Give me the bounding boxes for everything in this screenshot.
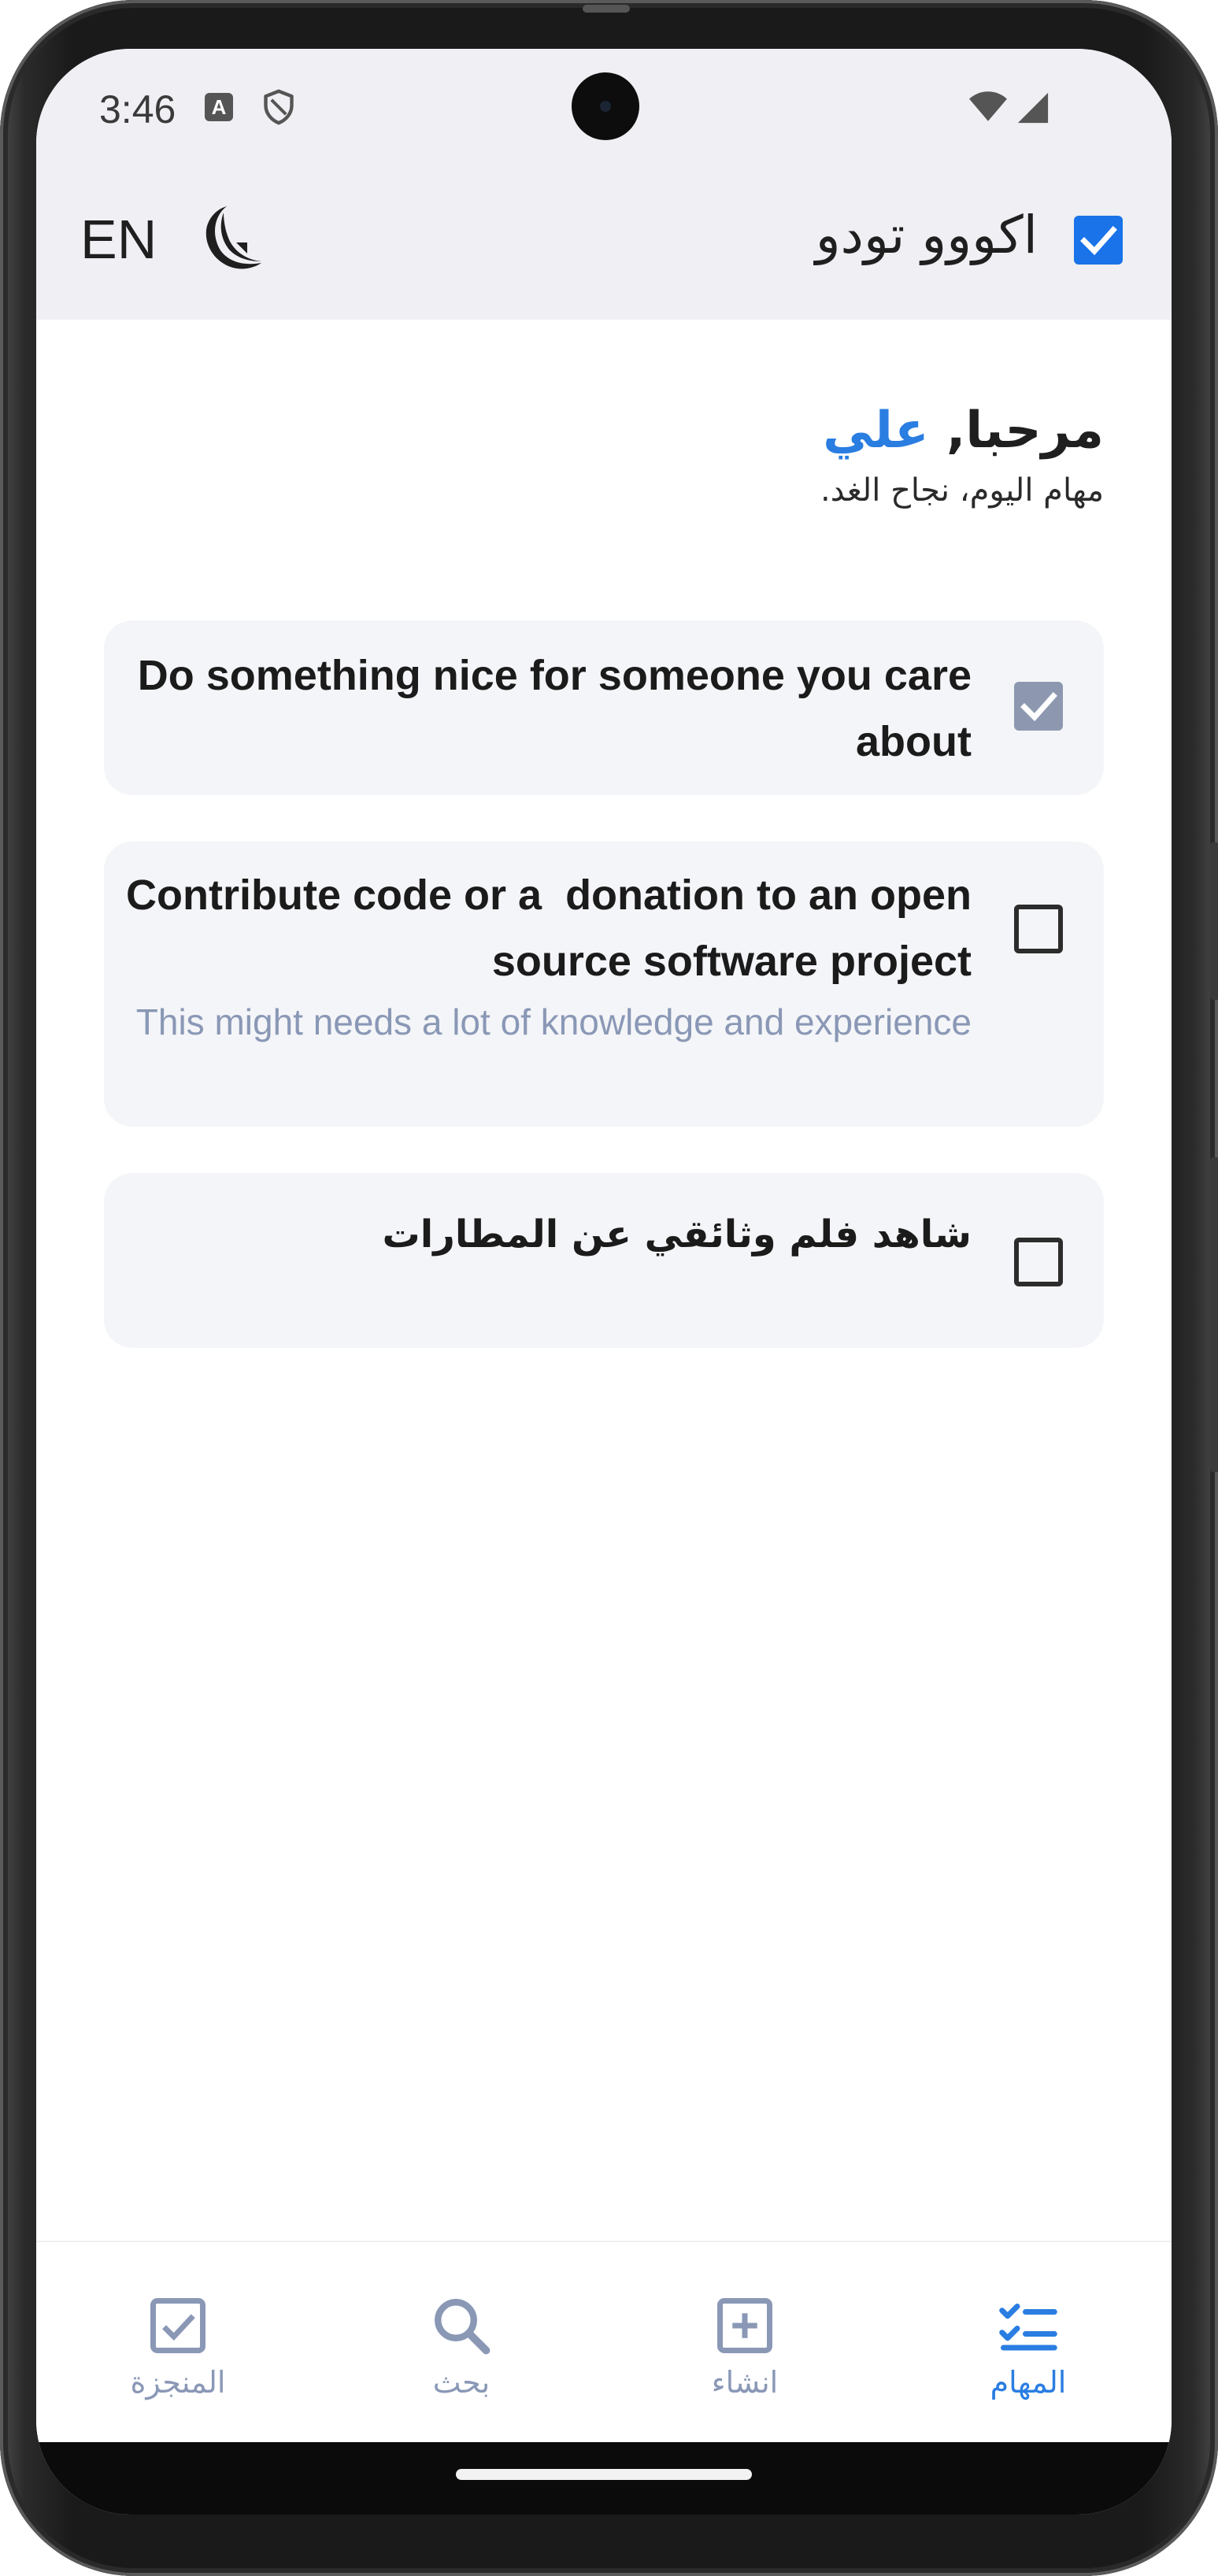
system-navigation-area	[36, 2442, 1172, 2515]
greeting-heading: مرحبا, علي	[820, 395, 1104, 466]
task-card[interactable]: Contribute code or a donation to an open…	[104, 842, 1104, 1127]
task-content: Contribute code or a donation to an open…	[121, 862, 972, 1049]
add-box-icon	[717, 2298, 772, 2353]
keyboard-a-icon: A	[205, 93, 233, 121]
task-checkbox-checked[interactable]	[1014, 682, 1063, 731]
volume-button	[1210, 1157, 1218, 1472]
search-icon	[435, 2299, 491, 2355]
task-title: Contribute code or a donation to an open…	[126, 872, 984, 985]
task-title: شاهد فلم وثائقي عن المطارات	[382, 1212, 972, 1257]
task-card[interactable]: شاهد فلم وثائقي عن المطارات	[104, 1173, 1104, 1348]
moon-icon[interactable]	[205, 203, 265, 271]
nav-completed-label: المنجزة	[130, 2365, 226, 2400]
phone-top-slot	[583, 5, 630, 13]
nav-tasks[interactable]: المهام	[887, 2242, 1170, 2444]
app-title: اكووو تودو	[815, 205, 1038, 265]
task-card[interactable]: Do something nice for someone you care a…	[104, 620, 1104, 795]
bottom-navigation: المنجزة بحث انشاء المهام	[36, 2241, 1172, 2442]
task-description: This might needs a lot of knowledge and …	[135, 1001, 972, 1042]
nav-tasks-label: المهام	[990, 2365, 1067, 2400]
shield-icon	[264, 89, 294, 125]
nav-search-label: بحث	[432, 2365, 491, 2400]
status-time: 3:46	[99, 87, 176, 131]
home-gesture-bar[interactable]	[456, 2469, 752, 2480]
task-title: Do something nice for someone you care a…	[137, 652, 972, 765]
checklist-icon	[999, 2304, 1057, 2351]
nav-create[interactable]: انشاء	[603, 2242, 887, 2444]
front-camera	[572, 72, 639, 140]
task-content: Do something nice for someone you care a…	[121, 642, 972, 775]
wifi-icon	[969, 91, 1007, 121]
user-name: علي	[823, 402, 929, 460]
nav-create-label: انشاء	[711, 2365, 779, 2400]
screen: 3:46 A EN اكووو تودو مرحبا, علي مهام الي…	[36, 49, 1172, 2515]
greeting-hello: مرحبا	[965, 402, 1104, 460]
greeting-subtitle: مهام اليوم، نجاح الغد.	[820, 472, 1104, 509]
power-button	[1210, 842, 1218, 1000]
phone-frame: 3:46 A EN اكووو تودو مرحبا, علي مهام الي…	[0, 0, 1218, 2576]
greeting-comma: ,	[946, 402, 966, 460]
language-toggle[interactable]: EN	[80, 208, 157, 271]
greeting-block: مرحبا, علي مهام اليوم، نجاح الغد.	[820, 395, 1104, 509]
task-checkbox[interactable]	[1014, 905, 1063, 953]
status-bar: 3:46 A	[36, 49, 1172, 165]
checkbox-icon	[150, 2298, 205, 2353]
nav-completed[interactable]: المنجزة	[36, 2242, 320, 2444]
nav-search[interactable]: بحث	[320, 2242, 603, 2444]
task-checkbox[interactable]	[1014, 1238, 1063, 1286]
app-bar: EN اكووو تودو	[36, 165, 1172, 320]
task-content: شاهد فلم وثائقي عن المطارات	[121, 1201, 972, 1268]
checkbox-logo-icon	[1074, 216, 1123, 265]
signal-icon	[1017, 92, 1049, 124]
